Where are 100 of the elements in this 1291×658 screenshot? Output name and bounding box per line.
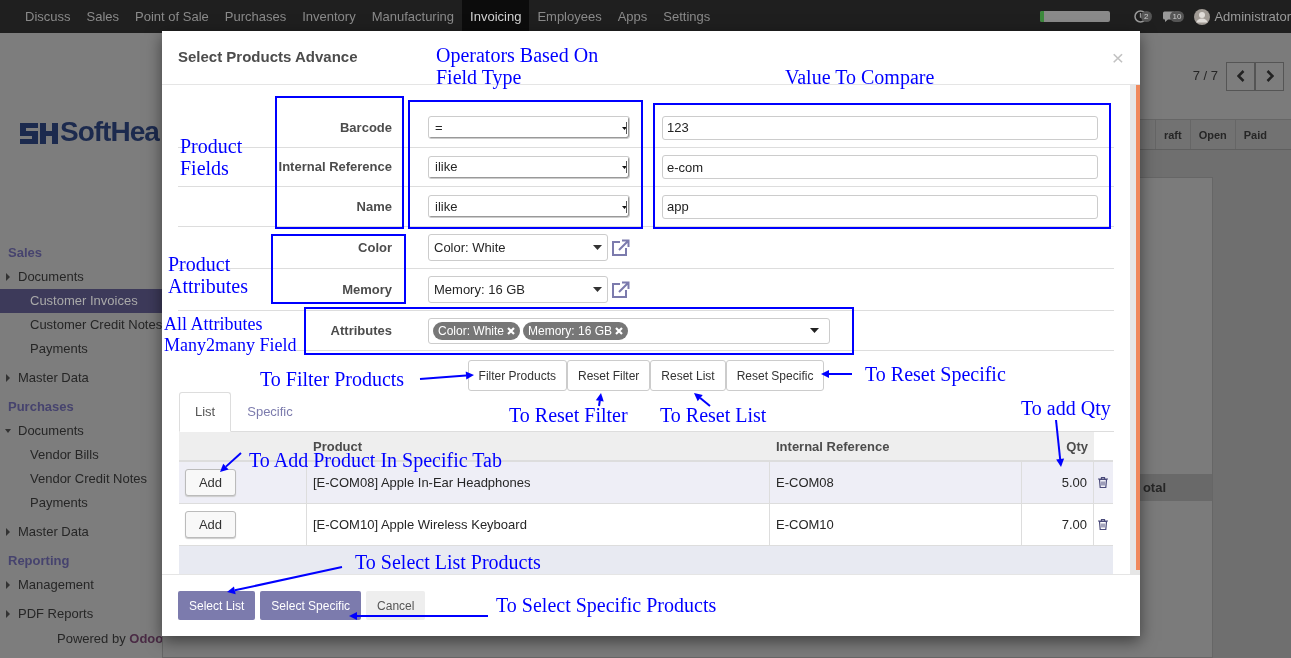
trash-icon[interactable] bbox=[1098, 519, 1108, 530]
previous-button[interactable] bbox=[1226, 61, 1255, 91]
menu-group[interactable]: Documents bbox=[18, 419, 84, 443]
annotation-arrow bbox=[595, 393, 604, 407]
field-label: Name bbox=[356, 198, 392, 214]
message-count: 10 bbox=[1169, 11, 1185, 22]
field-label: Barcode bbox=[339, 119, 392, 135]
menu-item[interactable]: Vendor Bills bbox=[0, 443, 162, 467]
pager-text: 7 / 7 bbox=[1192, 67, 1218, 86]
remove-icon[interactable] bbox=[615, 326, 624, 335]
annotation-arrow bbox=[220, 452, 242, 472]
annotation-text: To Reset List bbox=[660, 404, 767, 426]
user-name[interactable]: Administrator bbox=[1214, 6, 1291, 27]
remove-icon[interactable] bbox=[507, 326, 516, 335]
status-step[interactable]: Open bbox=[1189, 120, 1235, 149]
column-header: Internal Reference bbox=[770, 432, 1022, 462]
action-button[interactable]: Reset List bbox=[650, 360, 726, 391]
section-title: Purchases bbox=[7, 398, 75, 416]
menu-item[interactable]: Sales bbox=[78, 0, 128, 33]
annotation-text: To Filter Products bbox=[260, 368, 405, 390]
section-title: Sales bbox=[7, 244, 43, 262]
chevron-right-icon bbox=[1265, 70, 1274, 82]
primary-button[interactable]: Select Specific bbox=[260, 591, 362, 620]
column-header: Qty bbox=[1022, 432, 1094, 462]
menu-item[interactable]: Customer Credit Notes bbox=[0, 313, 162, 337]
menu-item[interactable]: Customer Invoices bbox=[0, 289, 162, 313]
caret-icon[interactable] bbox=[810, 328, 819, 333]
logo-icon bbox=[20, 120, 58, 144]
primary-button[interactable]: Select List bbox=[178, 591, 256, 620]
operator-select[interactable]: ilike bbox=[428, 155, 630, 179]
next-button[interactable] bbox=[1255, 61, 1284, 91]
annotation-text: To Reset Filter bbox=[509, 404, 628, 426]
scrollbar-thumb[interactable] bbox=[1136, 85, 1140, 570]
value-input[interactable]: 123 bbox=[662, 115, 1098, 140]
menu-item[interactable]: Employees bbox=[529, 0, 610, 33]
status-step[interactable]: raft bbox=[1154, 120, 1190, 149]
select-arrow-icon bbox=[622, 121, 627, 134]
menu-group[interactable]: Documents bbox=[18, 265, 84, 289]
action-button[interactable]: Filter Products bbox=[467, 360, 567, 391]
section-title: Reporting bbox=[7, 552, 71, 570]
menu-group[interactable]: Management bbox=[18, 573, 94, 597]
cancel-button[interactable]: Cancel bbox=[366, 591, 426, 620]
table-cell[interactable]: 5.00 bbox=[1022, 462, 1094, 504]
menu-item[interactable]: Inventory bbox=[294, 0, 364, 33]
value-input[interactable]: app bbox=[662, 194, 1098, 219]
trash-icon[interactable] bbox=[1098, 477, 1108, 488]
annotation-text: To Reset Specific bbox=[865, 363, 1006, 385]
chevron-left-icon bbox=[1236, 70, 1245, 82]
menu-group[interactable]: Master Data bbox=[18, 366, 89, 390]
caret-icon bbox=[593, 245, 602, 250]
action-button[interactable]: Reset Filter bbox=[566, 360, 651, 391]
annotation-text: Value To Compare bbox=[785, 66, 935, 88]
tab[interactable]: Specific bbox=[231, 392, 309, 432]
operator-select[interactable]: ilike bbox=[428, 195, 630, 218]
dialog-title: Select Products Advance bbox=[178, 47, 358, 68]
tag: Color: White bbox=[433, 321, 521, 340]
annotation-arrow bbox=[419, 371, 474, 380]
menu-item[interactable]: Purchases bbox=[216, 0, 295, 33]
powered-by-text: Powered by Odoo bbox=[56, 631, 162, 646]
menu-group[interactable]: PDF Reports bbox=[18, 602, 94, 626]
menu-item[interactable]: Discuss bbox=[17, 0, 79, 33]
annotation-text: To Select List Products bbox=[355, 551, 541, 573]
menu-item[interactable]: Manufacturing bbox=[363, 0, 463, 33]
external-link-icon[interactable] bbox=[611, 280, 630, 299]
value-input[interactable]: e-com bbox=[662, 155, 1098, 179]
annotation-text: To Select Specific Products bbox=[496, 594, 717, 616]
status-step[interactable]: Paid bbox=[1234, 120, 1275, 149]
annotation-text: Product Fields bbox=[180, 135, 243, 179]
menu-item[interactable]: Payments bbox=[0, 491, 162, 515]
operator-select[interactable]: = bbox=[428, 116, 630, 139]
action-button[interactable]: Reset Specific bbox=[725, 360, 825, 391]
avatar-icon[interactable] bbox=[1194, 8, 1211, 25]
external-link-icon[interactable] bbox=[611, 238, 630, 257]
menu-item[interactable]: Settings bbox=[655, 0, 719, 33]
attribute-select[interactable]: Memory: 16 GB bbox=[428, 276, 608, 303]
menu-item[interactable]: Apps bbox=[609, 0, 656, 33]
tab[interactable]: List bbox=[179, 392, 232, 432]
field-label: Attributes bbox=[330, 322, 392, 338]
annotation-arrow bbox=[1055, 419, 1065, 467]
menu-item[interactable]: Payments bbox=[0, 337, 162, 361]
annotation-text: Operators Based On Field Type bbox=[436, 44, 599, 88]
menu-item[interactable]: Point of Sale bbox=[127, 0, 217, 33]
menu-item[interactable]: Invoicing bbox=[462, 0, 530, 33]
menu-item[interactable]: Vendor Credit Notes bbox=[0, 467, 162, 491]
field-label: Internal Reference bbox=[278, 159, 392, 175]
tag: Memory: 16 GB bbox=[523, 321, 629, 340]
select-arrow-icon bbox=[622, 200, 627, 213]
logo-text: SoftHea bbox=[60, 118, 159, 146]
annotation-text: All Attributes Many2many Field bbox=[164, 314, 297, 356]
menu-group[interactable]: Master Data bbox=[18, 520, 89, 544]
activity-count: 2 bbox=[1141, 11, 1152, 22]
attribute-select[interactable]: Color: White bbox=[428, 234, 608, 261]
annotation-arrow bbox=[821, 370, 853, 378]
field-label: Color bbox=[358, 239, 392, 255]
table-cell: E-COM08 bbox=[770, 462, 1022, 504]
tags-field[interactable]: Color: White Memory: 16 GB bbox=[428, 317, 830, 344]
add-button[interactable]: Add bbox=[185, 469, 236, 496]
field-label: Memory bbox=[342, 281, 392, 297]
annotation-arrow bbox=[694, 393, 711, 407]
add-button[interactable]: Add bbox=[185, 511, 236, 538]
